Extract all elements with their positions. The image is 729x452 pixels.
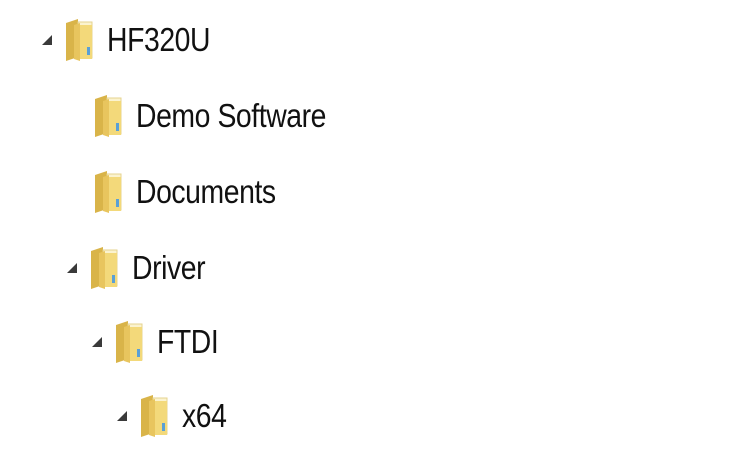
tree-item-documents[interactable]: Documents <box>69 164 298 220</box>
folder-tree: HF320U Demo Software Documents Driver FT… <box>0 0 729 452</box>
tree-item-label: Driver <box>132 249 206 286</box>
folder-icon <box>137 393 171 439</box>
expanded-triangle-icon[interactable] <box>90 335 104 349</box>
tree-item-label: Documents <box>136 173 276 210</box>
tree-item-ftdi[interactable]: FTDI <box>90 314 228 370</box>
tree-item-driver[interactable]: Driver <box>65 240 217 296</box>
tree-item-demo-software[interactable]: Demo Software <box>69 88 357 144</box>
tree-item-x64[interactable]: x64 <box>115 388 234 444</box>
folder-icon <box>91 169 125 215</box>
folder-icon <box>91 93 125 139</box>
folder-icon <box>112 319 146 365</box>
tree-item-label: Demo Software <box>136 97 327 134</box>
folder-icon <box>87 245 121 291</box>
tree-item-label: FTDI <box>157 323 219 360</box>
expanded-triangle-icon[interactable] <box>65 261 79 275</box>
expanded-triangle-icon[interactable] <box>40 33 54 47</box>
folder-icon <box>62 17 96 63</box>
tree-item-label: HF320U <box>107 21 211 58</box>
tree-item-hf320u[interactable]: HF320U <box>40 12 227 68</box>
expanded-triangle-icon[interactable] <box>115 409 129 423</box>
tree-item-label: x64 <box>182 397 227 434</box>
